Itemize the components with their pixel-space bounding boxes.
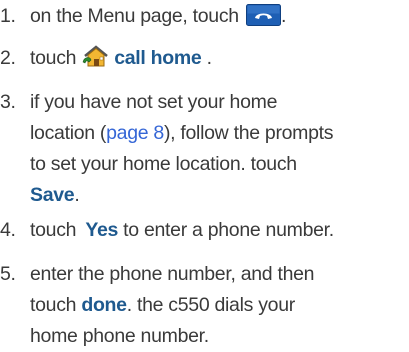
step-line: location (page 8), follow the prompts bbox=[30, 118, 409, 149]
step-line: if you have not set your home bbox=[30, 91, 278, 113]
step-number: 3. bbox=[0, 91, 16, 113]
step-line: touch done. the c550 dials your bbox=[30, 290, 409, 321]
step-text-after: to enter a phone number. bbox=[118, 219, 334, 241]
step-number: 5. bbox=[0, 263, 16, 285]
step-text-after: . bbox=[74, 184, 80, 206]
step-line-part: . the c550 dials your bbox=[126, 294, 296, 316]
step-text-after: . bbox=[201, 47, 212, 69]
call-home-icon bbox=[82, 45, 108, 67]
step-number: 2. bbox=[0, 47, 16, 69]
done-label: done bbox=[81, 294, 127, 316]
step-line-part: touch bbox=[30, 294, 82, 316]
step-number: 4. bbox=[0, 219, 16, 241]
step-number: 1. bbox=[0, 5, 16, 27]
step-line: Save. bbox=[30, 180, 409, 211]
step-text: touch Yes to enter a phone number. bbox=[30, 215, 409, 246]
step-line: home phone number. bbox=[30, 325, 209, 347]
phone-handset-button-icon bbox=[245, 4, 281, 26]
step-line-part: location ( bbox=[30, 122, 107, 144]
step-line-part: ), follow the prompts bbox=[163, 122, 334, 144]
step-text: on the Menu page, touch . bbox=[30, 1, 409, 32]
step-text-before: touch bbox=[30, 47, 77, 69]
step-text: if you have not set your home location (… bbox=[30, 87, 409, 211]
step-text-before: touch bbox=[30, 219, 82, 241]
step-line: to set your home location. touch bbox=[30, 153, 297, 175]
step-text: enter the phone number, and then touch d… bbox=[30, 259, 409, 352]
step-text-before: on the Menu page, touch bbox=[30, 5, 239, 27]
step-text: touch call home . bbox=[30, 43, 409, 74]
yes-label: Yes bbox=[85, 219, 119, 241]
save-label: Save bbox=[30, 184, 75, 206]
call-home-label: call home bbox=[114, 47, 202, 69]
page-8-link[interactable]: page 8 bbox=[106, 122, 164, 144]
step-line: enter the phone number, and then bbox=[30, 263, 315, 285]
step-text-after: . bbox=[280, 5, 287, 27]
